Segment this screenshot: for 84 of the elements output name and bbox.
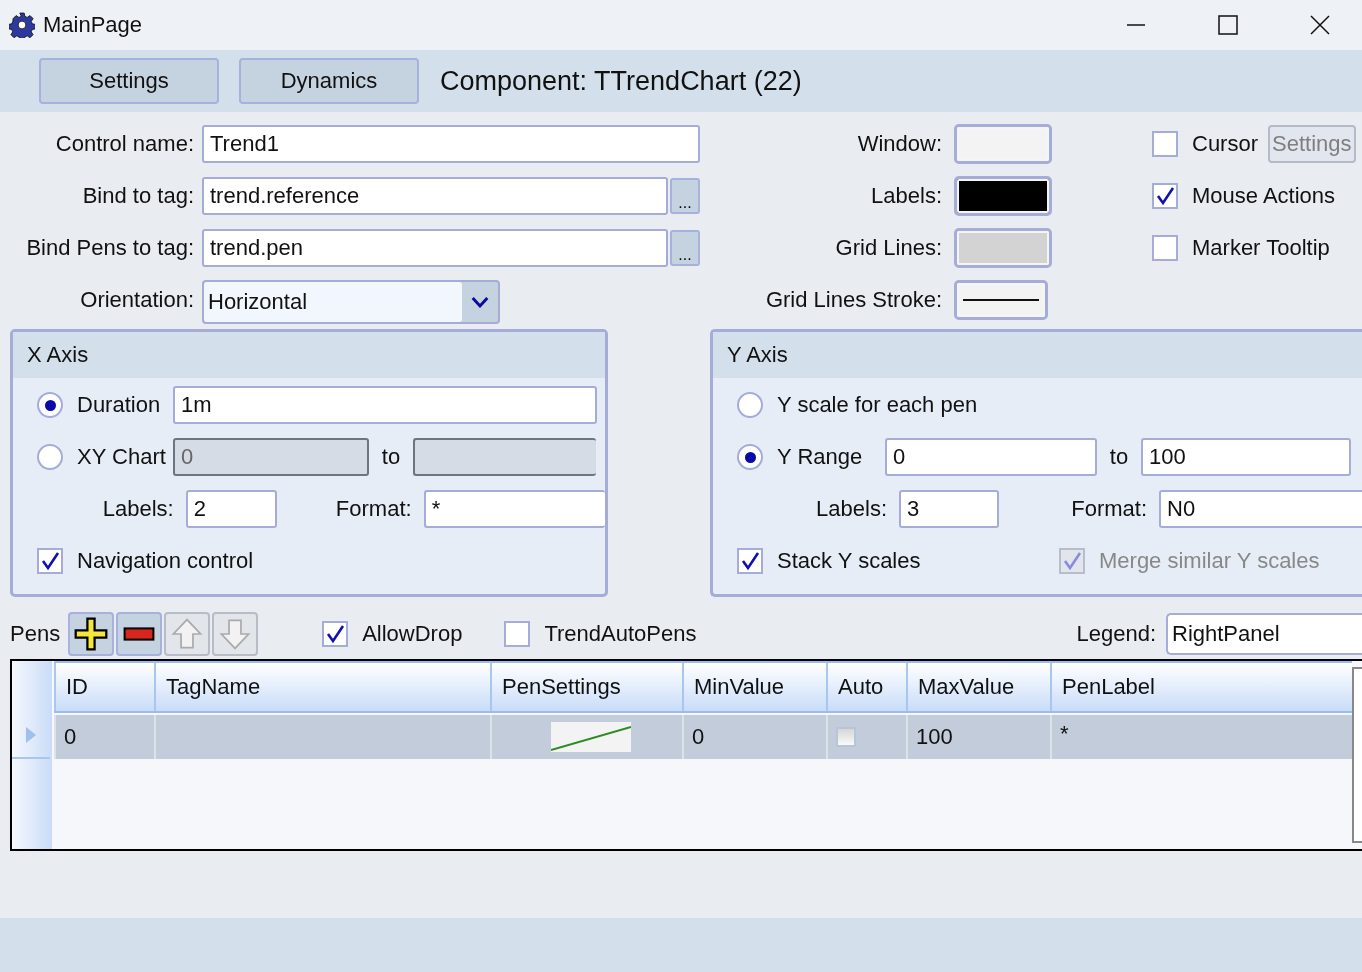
checkbox[interactable]	[1152, 131, 1178, 157]
field-label: Bind to tag:	[81, 183, 195, 209]
radio-button[interactable]	[737, 392, 763, 418]
labels-field[interactable]: 2	[185, 490, 277, 528]
up-arrow-icon	[170, 617, 205, 651]
checkbox[interactable]	[322, 621, 349, 647]
remove-button[interactable]	[116, 612, 163, 656]
add-button[interactable]	[68, 612, 115, 656]
checkbox-label: Stack Y scales	[777, 548, 922, 574]
column-header[interactable]: MinValue	[682, 663, 826, 711]
group-title: Y Axis	[727, 342, 788, 368]
checkbox-label: Cursor	[1192, 131, 1258, 157]
to-label: to	[1108, 444, 1130, 470]
color-label: Labels:	[870, 183, 943, 209]
radio-label: Y Range	[777, 444, 864, 470]
labels-label: Labels:	[815, 496, 888, 522]
table-cell: 0	[54, 715, 154, 759]
radio-button[interactable]	[737, 444, 763, 470]
chevron-down-icon	[471, 296, 489, 308]
color-label: Grid Lines Stroke:	[764, 287, 943, 313]
field-label: Control name:	[54, 131, 195, 157]
color-label: Window:	[856, 131, 943, 157]
dropdown[interactable]: Horizontal	[202, 280, 500, 324]
checkbox[interactable]	[836, 727, 856, 747]
format-label: Format:	[1070, 496, 1148, 522]
close-icon[interactable]	[1310, 15, 1330, 35]
checkbox[interactable]	[737, 548, 763, 574]
checkbox[interactable]	[1152, 235, 1178, 261]
column-header[interactable]: PenSettings	[490, 663, 682, 711]
checkbox-label: Marker Tooltip	[1192, 235, 1330, 261]
color-swatch[interactable]	[954, 176, 1052, 216]
column-header[interactable]: MaxValue	[906, 663, 1050, 711]
scrollbar[interactable]	[1352, 667, 1362, 843]
group-title: X Axis	[27, 342, 89, 368]
text-field[interactable]: trend.reference	[202, 177, 668, 215]
minus-icon	[122, 626, 157, 642]
column-header[interactable]: ID	[54, 663, 154, 711]
toolbar-button[interactable]: Settings	[39, 58, 219, 104]
format-label: Format:	[334, 496, 413, 522]
labels-label: Labels:	[101, 496, 175, 522]
range-from-field[interactable]: 0	[885, 438, 1097, 476]
checkbox[interactable]	[504, 621, 531, 647]
format-field[interactable]: N0	[1159, 490, 1362, 528]
window-title: MainPage	[43, 12, 143, 38]
checkbox[interactable]	[37, 548, 63, 574]
radio-label: Duration	[77, 392, 162, 418]
legend-dropdown[interactable]: RightPanel	[1166, 613, 1362, 655]
text-field[interactable]: trend.pen	[202, 229, 668, 267]
range-to-field[interactable]	[413, 438, 596, 476]
duration-field[interactable]: 1m	[173, 386, 597, 424]
color-label: Grid Lines:	[834, 235, 943, 261]
table-cell: 100	[906, 715, 1050, 759]
column-header[interactable]: Auto	[826, 663, 906, 711]
field-label: Orientation:	[79, 287, 195, 313]
text-field[interactable]: Trend1	[202, 125, 700, 163]
checkbox-label: Navigation control	[77, 548, 254, 574]
radio-label: XY Chart	[77, 444, 167, 470]
color-swatch[interactable]	[954, 124, 1052, 164]
field-label: Bind Pens to tag:	[25, 235, 195, 261]
color-swatch[interactable]	[954, 228, 1052, 268]
down-arrow-icon	[218, 617, 253, 651]
maximize-icon[interactable]	[1218, 15, 1238, 35]
checkbox-label: TrendAutoPens	[544, 621, 697, 647]
column-header[interactable]: TagName	[154, 663, 490, 711]
radio-label: Y scale for each pen	[777, 392, 978, 418]
toolbar-button[interactable]: Dynamics	[239, 58, 419, 104]
checkbox-label: Mouse Actions	[1192, 183, 1336, 209]
radio-button[interactable]	[37, 392, 63, 418]
checkbox-label: AllowDrop	[362, 621, 463, 647]
pens-label: Pens	[10, 621, 61, 647]
checkbox-label: Merge similar Y scales	[1099, 548, 1320, 574]
checkbox[interactable]	[1152, 183, 1178, 209]
component-heading: Component: TTrendChart (22)	[440, 65, 802, 97]
labels-field[interactable]: 3	[899, 490, 999, 528]
plus-icon	[73, 616, 110, 652]
line-stroke-picker[interactable]	[954, 280, 1048, 320]
format-field[interactable]: *	[423, 490, 605, 528]
table-cell: 0	[682, 715, 826, 759]
legend-label: Legend:	[1076, 621, 1156, 647]
browse-button[interactable]: ...	[670, 178, 700, 214]
to-label: to	[380, 444, 402, 470]
range-to-field[interactable]: 100	[1141, 438, 1351, 476]
gear-icon	[9, 12, 35, 38]
browse-button[interactable]: ...	[670, 230, 700, 266]
